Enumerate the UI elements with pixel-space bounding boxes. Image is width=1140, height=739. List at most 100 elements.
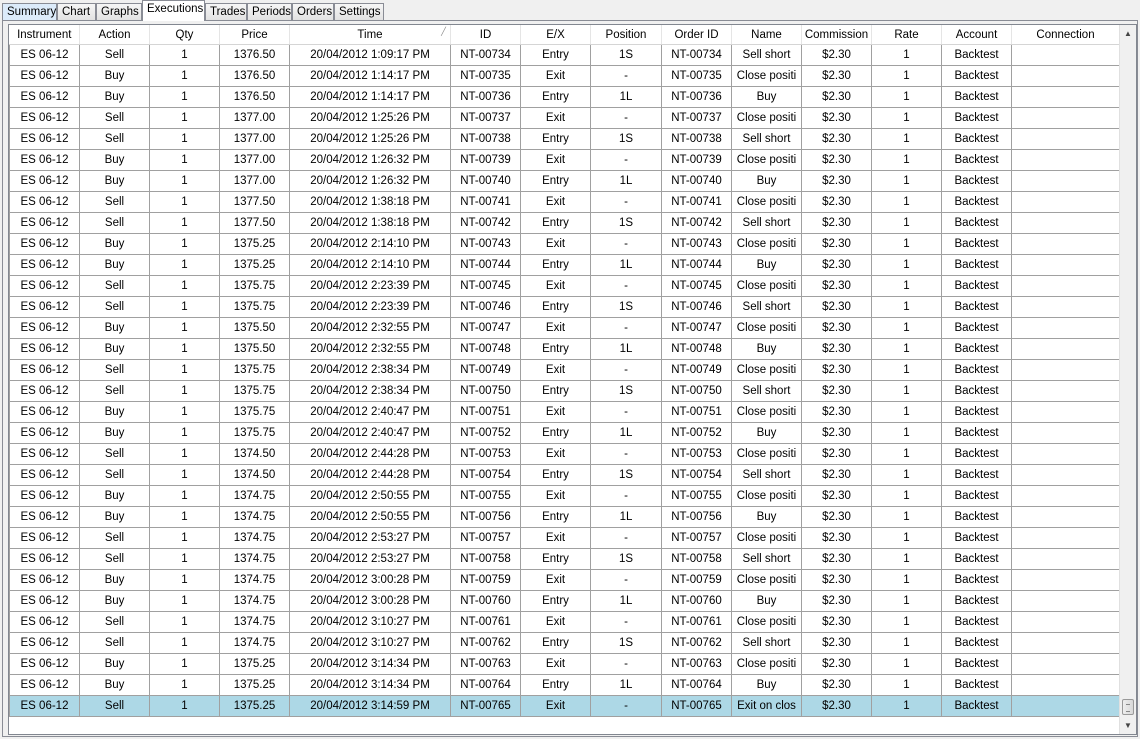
cell-instrument: ES 06-12	[9, 380, 80, 402]
table-row[interactable]: ES 06-12 Sell 1 1374.75 20/04/2012 2:53:27 P…	[9, 527, 1120, 549]
cell-e-x: Exit	[520, 653, 591, 675]
column-header-position[interactable]: Position	[590, 25, 662, 45]
cell-time: 20/04/2012 2:40:47 PM	[289, 422, 451, 444]
column-header-price[interactable]: Price	[219, 25, 290, 45]
table-row[interactable]: ES 06-12 Buy 1 1375.25 20/04/2012 3:14:34 PM…	[9, 674, 1120, 696]
column-header-rate[interactable]: Rate	[871, 25, 942, 45]
column-header-time[interactable]: Time ╱	[289, 25, 451, 45]
tab-periods[interactable]: Periods	[247, 3, 292, 20]
table-row[interactable]: ES 06-12 Sell 1 1375.75 20/04/2012 2:23:39 P…	[9, 275, 1120, 297]
tab-trades[interactable]: Trades	[205, 3, 247, 20]
tab-orders[interactable]: Orders	[292, 3, 334, 20]
cell-qty: 1	[149, 422, 220, 444]
table-row[interactable]: ES 06-12 Sell 1 1374.75 20/04/2012 3:10:27 P…	[9, 632, 1120, 654]
cell-id: NT-00765	[450, 695, 521, 717]
cell-connection	[1011, 107, 1120, 129]
table-row[interactable]: ES 06-12 Sell 1 1374.75 20/04/2012 3:10:27 P…	[9, 611, 1120, 633]
table-row[interactable]: ES 06-12 Buy 1 1374.75 20/04/2012 2:50:55 PM…	[9, 506, 1120, 528]
cell-account: Backtest	[941, 107, 1012, 129]
table-row[interactable]: ES 06-12 Sell 1 1375.75 20/04/2012 2:38:34 P…	[9, 359, 1120, 381]
table-row[interactable]: ES 06-12 Sell 1 1377.00 20/04/2012 1:25:26 P…	[9, 128, 1120, 150]
table-row[interactable]: ES 06-12 Buy 1 1374.75 20/04/2012 3:00:28 PM…	[9, 569, 1120, 591]
cell-e-x: Exit	[520, 191, 591, 213]
cell-order-id: NT-00735	[661, 65, 732, 87]
scroll-down-arrow-icon[interactable]: ▼	[1120, 717, 1136, 734]
scrollbar-thumb[interactable]	[1122, 699, 1134, 715]
table-row[interactable]: ES 06-12 Buy 1 1375.75 20/04/2012 2:40:47 PM…	[9, 422, 1120, 444]
table-row[interactable]: ES 06-12 Buy 1 1375.25 20/04/2012 2:14:10 PM…	[9, 254, 1120, 276]
table-row[interactable]: ES 06-12 Sell 1 1376.50 20/04/2012 1:09:17 P…	[9, 44, 1120, 66]
column-header-instrument[interactable]: Instrument	[9, 25, 80, 45]
tab-summary[interactable]: Summary	[2, 3, 57, 20]
table-row[interactable]: ES 06-12 Sell 1 1375.25 20/04/2012 3:14:59 P…	[9, 695, 1120, 717]
tab-settings[interactable]: Settings	[334, 3, 384, 20]
column-header-id[interactable]: ID	[450, 25, 521, 45]
tab-executions[interactable]: Executions	[142, 0, 205, 21]
cell-name: Close positi	[731, 653, 802, 675]
table-row[interactable]: ES 06-12 Buy 1 1375.25 20/04/2012 3:14:34 PM…	[9, 653, 1120, 675]
table-row[interactable]: ES 06-12 Sell 1 1374.50 20/04/2012 2:44:28 P…	[9, 443, 1120, 465]
table-row[interactable]: ES 06-12 Buy 1 1374.75 20/04/2012 3:00:28 PM…	[9, 590, 1120, 612]
cell-price: 1375.75	[219, 359, 290, 381]
cell-position: 1S	[590, 548, 662, 570]
column-header-label: E/X	[546, 28, 565, 41]
column-header-account[interactable]: Account	[941, 25, 1012, 45]
cell-order-id: NT-00742	[661, 212, 732, 234]
cell-rate: 1	[871, 254, 942, 276]
table-row[interactable]: ES 06-12 Sell 1 1377.50 20/04/2012 1:38:18 P…	[9, 212, 1120, 234]
table-row[interactable]: ES 06-12 Buy 1 1375.75 20/04/2012 2:40:47 PM…	[9, 401, 1120, 423]
table-row[interactable]: ES 06-12 Sell 1 1375.75 20/04/2012 2:23:39 P…	[9, 296, 1120, 318]
executions-grid[interactable]: Instrument Action Qty Price Time ╱ ID E/X Positi…	[8, 24, 1137, 735]
table-row[interactable]: ES 06-12 Sell 1 1377.00 20/04/2012 1:25:26 P…	[9, 107, 1120, 129]
cell-action: Sell	[79, 464, 150, 486]
tab-chart[interactable]: Chart	[57, 3, 96, 20]
column-header-commission[interactable]: Commission	[801, 25, 872, 45]
cell-e-x: Entry	[520, 170, 591, 192]
scroll-up-arrow-icon[interactable]: ▲	[1120, 25, 1136, 42]
column-header-qty[interactable]: Qty	[149, 25, 220, 45]
table-row[interactable]: ES 06-12 Buy 1 1374.75 20/04/2012 2:50:55 PM…	[9, 485, 1120, 507]
cell-position: 1S	[590, 464, 662, 486]
column-header-name[interactable]: Name	[731, 25, 802, 45]
cell-qty: 1	[149, 590, 220, 612]
cell-id: NT-00758	[450, 548, 521, 570]
table-row[interactable]: ES 06-12 Sell 1 1375.75 20/04/2012 2:38:34 P…	[9, 380, 1120, 402]
table-row[interactable]: ES 06-12 Buy 1 1375.25 20/04/2012 2:14:10 PM…	[9, 233, 1120, 255]
vertical-scrollbar[interactable]: ▲ ▼	[1119, 25, 1136, 734]
cell-action: Sell	[79, 548, 150, 570]
cell-id: NT-00746	[450, 296, 521, 318]
cell-e-x: Entry	[520, 86, 591, 108]
cell-name: Close positi	[731, 401, 802, 423]
cell-instrument: ES 06-12	[9, 548, 80, 570]
cell-rate: 1	[871, 653, 942, 675]
table-row[interactable]: ES 06-12 Sell 1 1377.50 20/04/2012 1:38:18 P…	[9, 191, 1120, 213]
table-row[interactable]: ES 06-12 Sell 1 1374.50 20/04/2012 2:44:28 P…	[9, 464, 1120, 486]
cell-id: NT-00742	[450, 212, 521, 234]
cell-price: 1377.50	[219, 191, 290, 213]
cell-account: Backtest	[941, 212, 1012, 234]
column-header-e-x[interactable]: E/X	[520, 25, 591, 45]
cell-order-id: NT-00744	[661, 254, 732, 276]
cell-account: Backtest	[941, 590, 1012, 612]
column-header-action[interactable]: Action	[79, 25, 150, 45]
table-row[interactable]: ES 06-12 Buy 1 1376.50 20/04/2012 1:14:17 PM…	[9, 65, 1120, 87]
cell-e-x: Exit	[520, 107, 591, 129]
column-header-connection[interactable]: Connection	[1011, 25, 1120, 45]
cell-account: Backtest	[941, 548, 1012, 570]
tab-graphs[interactable]: Graphs	[96, 3, 142, 20]
cell-id: NT-00749	[450, 359, 521, 381]
cell-position: -	[590, 695, 662, 717]
table-row[interactable]: ES 06-12 Sell 1 1374.75 20/04/2012 2:53:27 P…	[9, 548, 1120, 570]
cell-time: 20/04/2012 2:32:55 PM	[289, 317, 451, 339]
cell-account: Backtest	[941, 653, 1012, 675]
cell-instrument: ES 06-12	[9, 422, 80, 444]
table-row[interactable]: ES 06-12 Buy 1 1375.50 20/04/2012 2:32:55 PM…	[9, 338, 1120, 360]
column-header-order-id[interactable]: Order ID	[661, 25, 732, 45]
cell-price: 1375.50	[219, 317, 290, 339]
table-row[interactable]: ES 06-12 Buy 1 1377.00 20/04/2012 1:26:32 PM…	[9, 149, 1120, 171]
table-row[interactable]: ES 06-12 Buy 1 1377.00 20/04/2012 1:26:32 PM…	[9, 170, 1120, 192]
table-row[interactable]: ES 06-12 Buy 1 1375.50 20/04/2012 2:32:55 PM…	[9, 317, 1120, 339]
table-row[interactable]: ES 06-12 Buy 1 1376.50 20/04/2012 1:14:17 PM…	[9, 86, 1120, 108]
cell-e-x: Entry	[520, 44, 591, 66]
cell-qty: 1	[149, 443, 220, 465]
